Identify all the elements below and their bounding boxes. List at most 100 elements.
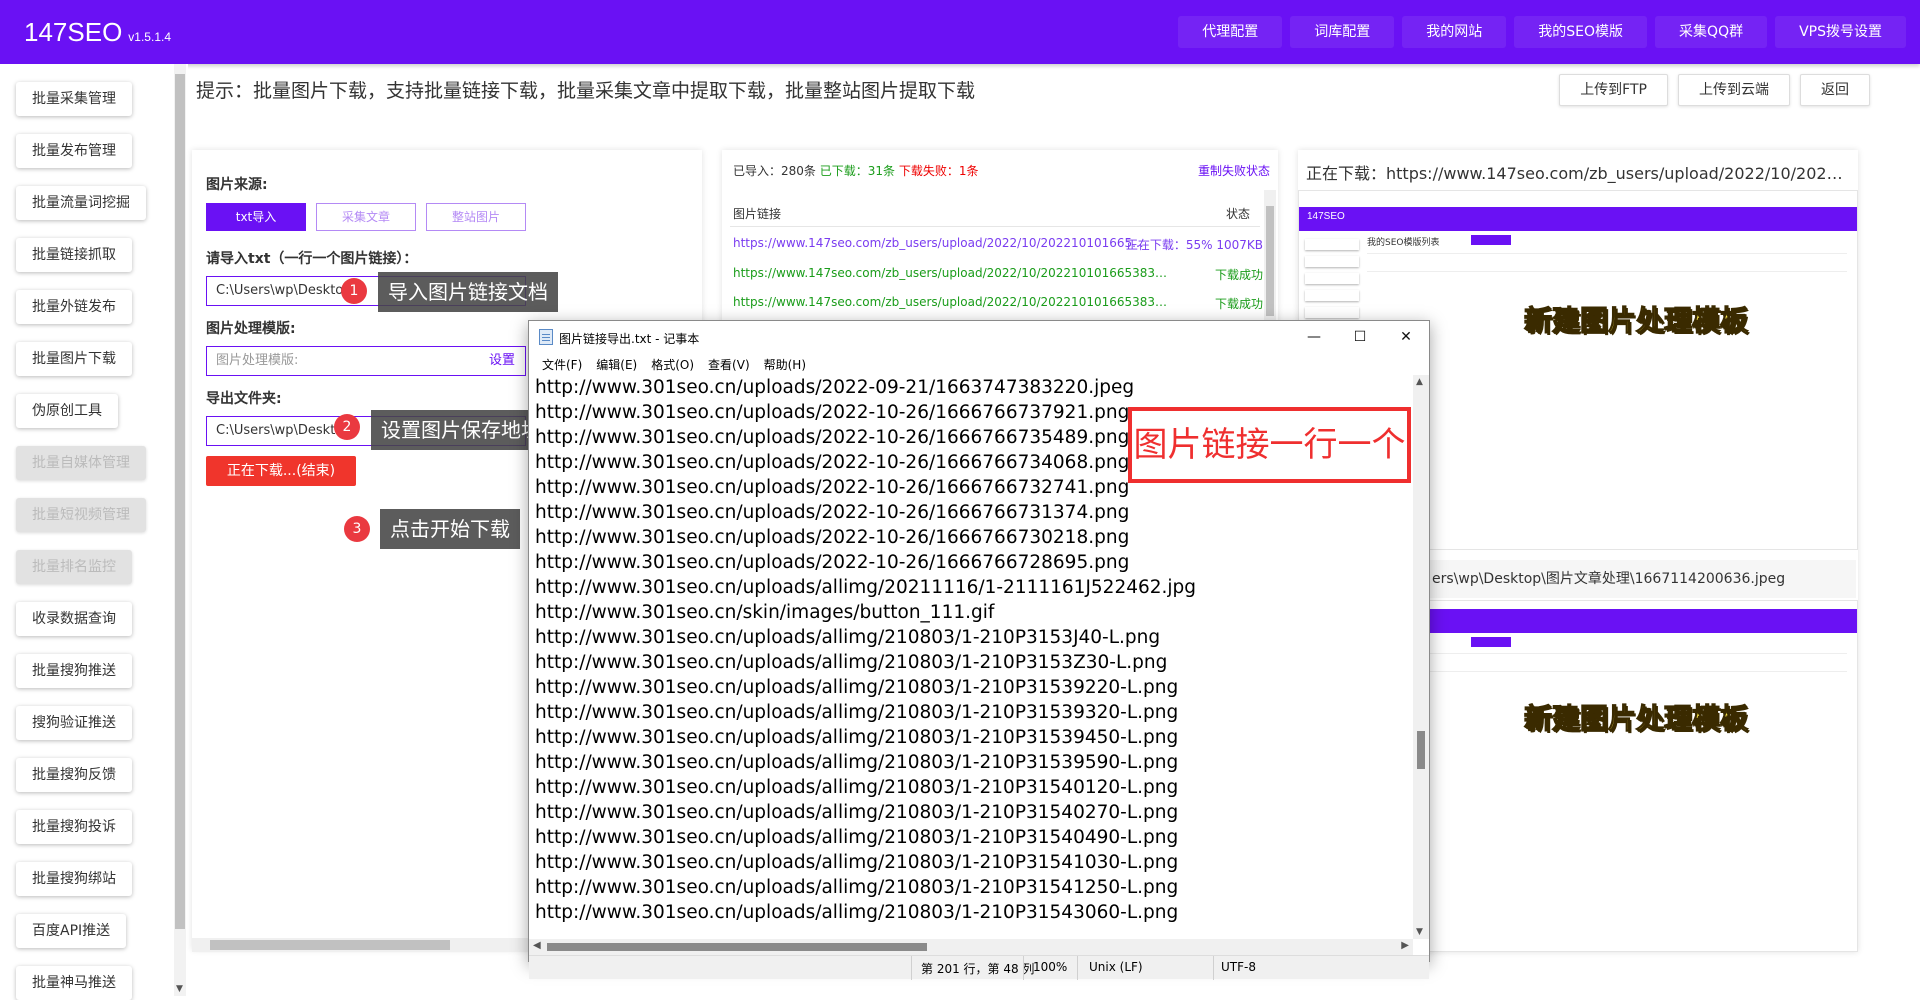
callout-import: 导入图片链接文档 bbox=[378, 272, 558, 312]
menu-format[interactable]: 格式(O) bbox=[644, 353, 701, 375]
preview-mini-brand: 147SEO bbox=[1307, 211, 1345, 222]
minimize-icon[interactable]: — bbox=[1291, 321, 1337, 353]
notepad-line: http://www.301seo.cn/uploads/allimg/2108… bbox=[535, 752, 1179, 773]
source-label: 图片来源: bbox=[206, 177, 268, 193]
menu-help[interactable]: 帮助(H) bbox=[757, 353, 813, 375]
nav-qq-group[interactable]: 采集QQ群 bbox=[1655, 16, 1768, 48]
status-scroll-thumb[interactable] bbox=[1266, 206, 1274, 316]
template-set-link[interactable]: 设置 bbox=[489, 347, 515, 375]
tab-whole-site-images[interactable]: 整站图片 bbox=[426, 203, 526, 231]
notepad-line: http://www.301seo.cn/uploads/allimg/2021… bbox=[535, 577, 1197, 598]
chevron-down-icon[interactable]: ▼ bbox=[176, 984, 183, 994]
callout-save-path: 设置图片保存地址 bbox=[371, 410, 551, 450]
chevron-left-icon[interactable]: ◀ bbox=[533, 940, 541, 951]
template-placeholder: 图片处理模版: bbox=[216, 353, 299, 368]
notepad-line: http://www.301seo.cn/uploads/allimg/2108… bbox=[535, 827, 1179, 848]
nav-proxy-config[interactable]: 代理配置 bbox=[1178, 16, 1283, 48]
back-button[interactable]: 返回 bbox=[1800, 74, 1870, 106]
sidebar-item-external-links[interactable]: 批量外链发布 bbox=[16, 290, 132, 324]
maximize-icon[interactable]: ☐ bbox=[1337, 321, 1383, 353]
notepad-titlebar[interactable]: 图片链接导出.txt - 记事本 — ☐ ✕ bbox=[529, 321, 1429, 353]
menu-edit[interactable]: 编辑(E) bbox=[589, 353, 644, 375]
status-divider bbox=[1077, 956, 1078, 980]
notepad-line: http://www.301seo.cn/uploads/allimg/2108… bbox=[535, 627, 1161, 648]
sidebar-item-link-crawl[interactable]: 批量链接抓取 bbox=[16, 238, 132, 272]
sidebar-item-image-download[interactable]: 批量图片下载 bbox=[16, 342, 132, 376]
sidebar-item-sogou-verify[interactable]: 搜狗验证推送 bbox=[16, 706, 132, 740]
preview-mini-header: 147SEO bbox=[1299, 207, 1857, 231]
sidebar-item-baidu-api[interactable]: 百度API推送 bbox=[16, 914, 127, 948]
notepad-line: http://www.301seo.cn/uploads/2022-10-26/… bbox=[535, 527, 1130, 548]
upload-ftp-button[interactable]: 上传到FTP bbox=[1559, 74, 1668, 106]
nav-my-sites[interactable]: 我的网站 bbox=[1402, 16, 1507, 48]
tab-txt-import[interactable]: txt导入 bbox=[206, 203, 306, 231]
status-encoding: UTF-8 bbox=[1221, 960, 1256, 974]
stat-downloaded: 已下载：31条 bbox=[819, 164, 896, 178]
notepad-line: http://www.301seo.cn/uploads/2022-10-26/… bbox=[535, 552, 1130, 573]
sidebar-item-shenma-push[interactable]: 批量神马推送 bbox=[16, 966, 132, 1000]
notepad-line: http://www.301seo.cn/uploads/allimg/2108… bbox=[535, 802, 1179, 823]
preview-mini-tab bbox=[1471, 637, 1511, 647]
sidebar-item-sogou-feedback[interactable]: 批量搜狗反馈 bbox=[16, 758, 132, 792]
notepad-line: http://www.301seo.cn/uploads/2022-09-21/… bbox=[535, 377, 1135, 398]
chevron-right-icon[interactable]: ▶ bbox=[1401, 940, 1409, 951]
close-icon[interactable]: ✕ bbox=[1383, 321, 1429, 353]
sidebar-item-traffic-keywords[interactable]: 批量流量词挖掘 bbox=[16, 186, 146, 220]
sidebar-item-pseudo-original[interactable]: 伪原创工具 bbox=[16, 394, 118, 428]
brand-name: 147SEO bbox=[24, 17, 123, 47]
preview-mini-line bbox=[1367, 271, 1847, 272]
template-label: 图片处理模版: bbox=[206, 321, 296, 337]
start-download-button[interactable]: 正在下载...(结束) bbox=[206, 456, 356, 486]
sidebar-scroll-thumb[interactable] bbox=[175, 74, 185, 929]
upload-cloud-button[interactable]: 上传到云端 bbox=[1678, 74, 1790, 106]
sidebar-item-sogou-bind[interactable]: 批量搜狗绑站 bbox=[16, 862, 132, 896]
notepad-v-scrollbar[interactable]: ▲ ▼ bbox=[1413, 375, 1429, 939]
stat-failed: 下载失败：1条 bbox=[898, 164, 979, 178]
sidebar-item-batch-publish[interactable]: 批量发布管理 bbox=[16, 134, 132, 168]
menu-view[interactable]: 查看(V) bbox=[701, 353, 757, 375]
notepad-line: http://www.301seo.cn/uploads/allimg/2108… bbox=[535, 777, 1179, 798]
row-url: https://www.147seo.com/zb_users/upload/2… bbox=[733, 266, 1173, 280]
status-zoom: 100% bbox=[1033, 960, 1068, 974]
settings-h-scrollbar[interactable] bbox=[192, 938, 552, 952]
status-scrollbar[interactable] bbox=[1264, 190, 1276, 330]
notepad-h-scrollbar[interactable]: ◀ ▶ bbox=[529, 939, 1413, 955]
notepad-statusbar: 第 201 行，第 48 列 100% Unix (LF) UTF-8 bbox=[529, 955, 1429, 980]
nav-seo-templates[interactable]: 我的SEO模版 bbox=[1514, 16, 1648, 48]
downloading-url: 正在下载：https://www.147seo.com/zb_users/upl… bbox=[1306, 164, 1846, 183]
sidebar-item-short-video: 批量短视频管理 bbox=[16, 498, 146, 532]
sidebar-item-media: 批量自媒体管理 bbox=[16, 446, 146, 480]
notepad-line: http://www.301seo.cn/uploads/allimg/2108… bbox=[535, 727, 1179, 748]
step-badge-2: 2 bbox=[334, 414, 360, 440]
export-label: 导出文件夹: bbox=[206, 391, 282, 407]
row-state: 下载成功 bbox=[1214, 268, 1263, 282]
sidebar-item-sogou-complaint[interactable]: 批量搜狗投诉 bbox=[16, 810, 132, 844]
nav-lexicon-config[interactable]: 词库配置 bbox=[1290, 16, 1395, 48]
sidebar: 批量采集管理 批量发布管理 批量流量词挖掘 批量链接抓取 批量外链发布 批量图片… bbox=[0, 64, 188, 1000]
top-actions: 上传到FTP 上传到云端 返回 bbox=[1559, 74, 1870, 106]
notepad-h-scroll-thumb[interactable] bbox=[547, 943, 927, 951]
chevron-up-icon[interactable]: ▲ bbox=[1416, 377, 1423, 387]
menu-file[interactable]: 文件(F) bbox=[535, 353, 589, 375]
row-url: https://www.147seo.com/zb_users/upload/2… bbox=[733, 295, 1173, 309]
notepad-line: http://www.301seo.cn/uploads/allimg/2108… bbox=[535, 902, 1179, 923]
row-state: 正在下载：55% 1007KB bbox=[1125, 238, 1263, 252]
template-input[interactable]: 图片处理模版: 设置 bbox=[206, 346, 526, 376]
sidebar-item-index-query[interactable]: 收录数据查询 bbox=[16, 602, 132, 636]
row-url: https://www.147seo.com/zb_users/upload/2… bbox=[733, 236, 1144, 250]
reset-failed-button[interactable]: 重制失败状态 bbox=[1198, 162, 1270, 179]
notepad-icon bbox=[539, 329, 553, 345]
sidebar-item-sogou-push[interactable]: 批量搜狗推送 bbox=[16, 654, 132, 688]
preview-path-text: ers\wp\Desktop\图片文章处理\1667114200636.jpeg bbox=[1432, 571, 1786, 587]
notepad-v-scroll-thumb[interactable] bbox=[1417, 731, 1425, 769]
tab-collect-articles[interactable]: 采集文章 bbox=[316, 203, 416, 231]
chevron-down-icon[interactable]: ▼ bbox=[1416, 927, 1423, 937]
preview-mini-tab bbox=[1471, 235, 1511, 245]
sidebar-item-batch-collect[interactable]: 批量采集管理 bbox=[16, 82, 132, 116]
page-tip: 提示：批量图片下载，支持批量链接下载，批量采集文章中提取下载，批量整站图片提取下… bbox=[196, 80, 976, 102]
sidebar-scrollbar[interactable]: ▼ bbox=[174, 64, 186, 996]
settings-h-scroll-thumb[interactable] bbox=[210, 940, 450, 950]
notepad-line: http://www.301seo.cn/skin/images/button_… bbox=[535, 602, 995, 623]
nav-vps-dial[interactable]: VPS拨号设置 bbox=[1775, 16, 1906, 48]
preview-mini-title: 我的SEO模版列表 bbox=[1367, 238, 1440, 248]
